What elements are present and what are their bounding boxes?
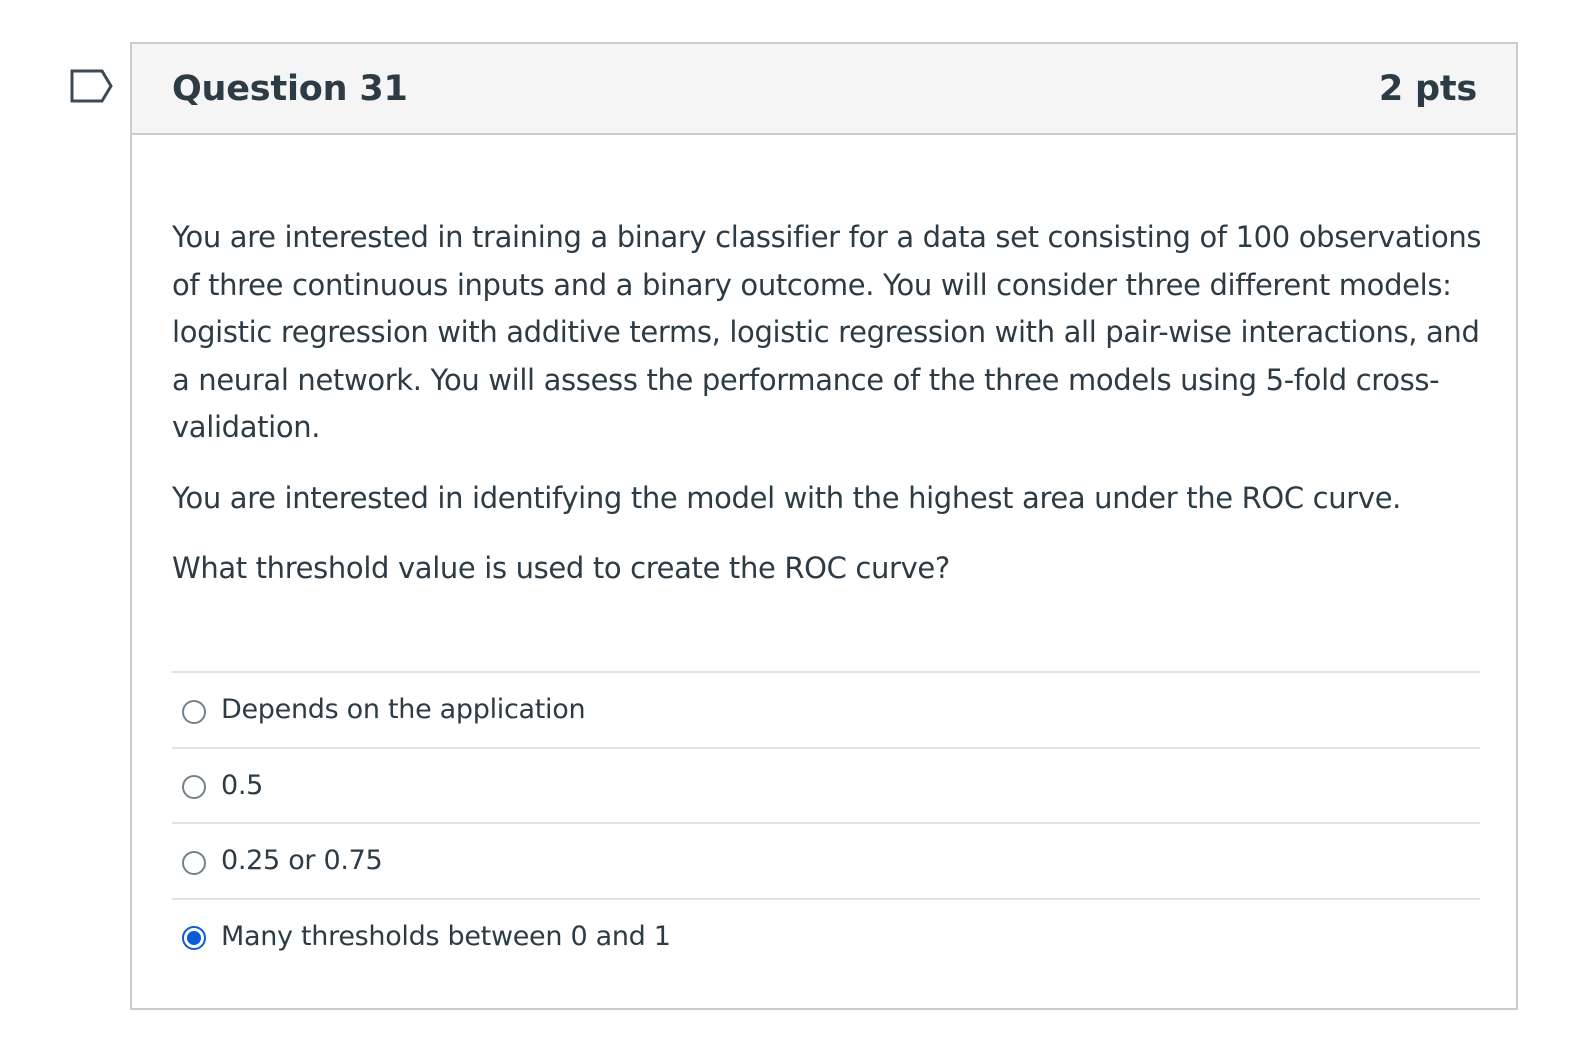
radio-unselected-icon[interactable]: [182, 699, 206, 724]
answer-option[interactable]: 0.5: [172, 746, 1480, 823]
radio-unselected-icon[interactable]: [182, 850, 206, 875]
answer-option[interactable]: Depends on the application: [172, 671, 1480, 747]
answer-list: Depends on the application 0.5 0.25 or 0…: [172, 671, 1480, 973]
question-title: Question 31: [172, 68, 408, 109]
question-header: Question 31 2 pts: [132, 44, 1516, 135]
flag-question-icon[interactable]: [70, 69, 114, 103]
question-paragraph: You are interested in training a binary …: [172, 220, 1482, 444]
answer-option[interactable]: 0.25 or 0.75: [172, 822, 1480, 898]
radio-unselected-icon[interactable]: [182, 775, 206, 800]
question-paragraph: You are interested in identifying the mo…: [172, 480, 1402, 515]
answer-label: 0.5: [221, 769, 264, 801]
question-text: You are interested in training a binary …: [172, 214, 1482, 593]
question-card: Question 31 2 pts You are interested in …: [130, 42, 1518, 1010]
question-prompt: What threshold value is used to create t…: [172, 551, 950, 585]
answer-label: 0.25 or 0.75: [221, 845, 383, 877]
question-body: You are interested in training a binary …: [172, 214, 1482, 593]
radio-selected-icon[interactable]: [182, 926, 206, 951]
answer-option-selected[interactable]: Many thresholds between 0 and 1: [172, 897, 1480, 974]
question-points: 2 pts: [1378, 68, 1477, 109]
answer-label: Many thresholds between 0 and 1: [221, 920, 671, 952]
answer-label: Depends on the application: [221, 694, 586, 726]
